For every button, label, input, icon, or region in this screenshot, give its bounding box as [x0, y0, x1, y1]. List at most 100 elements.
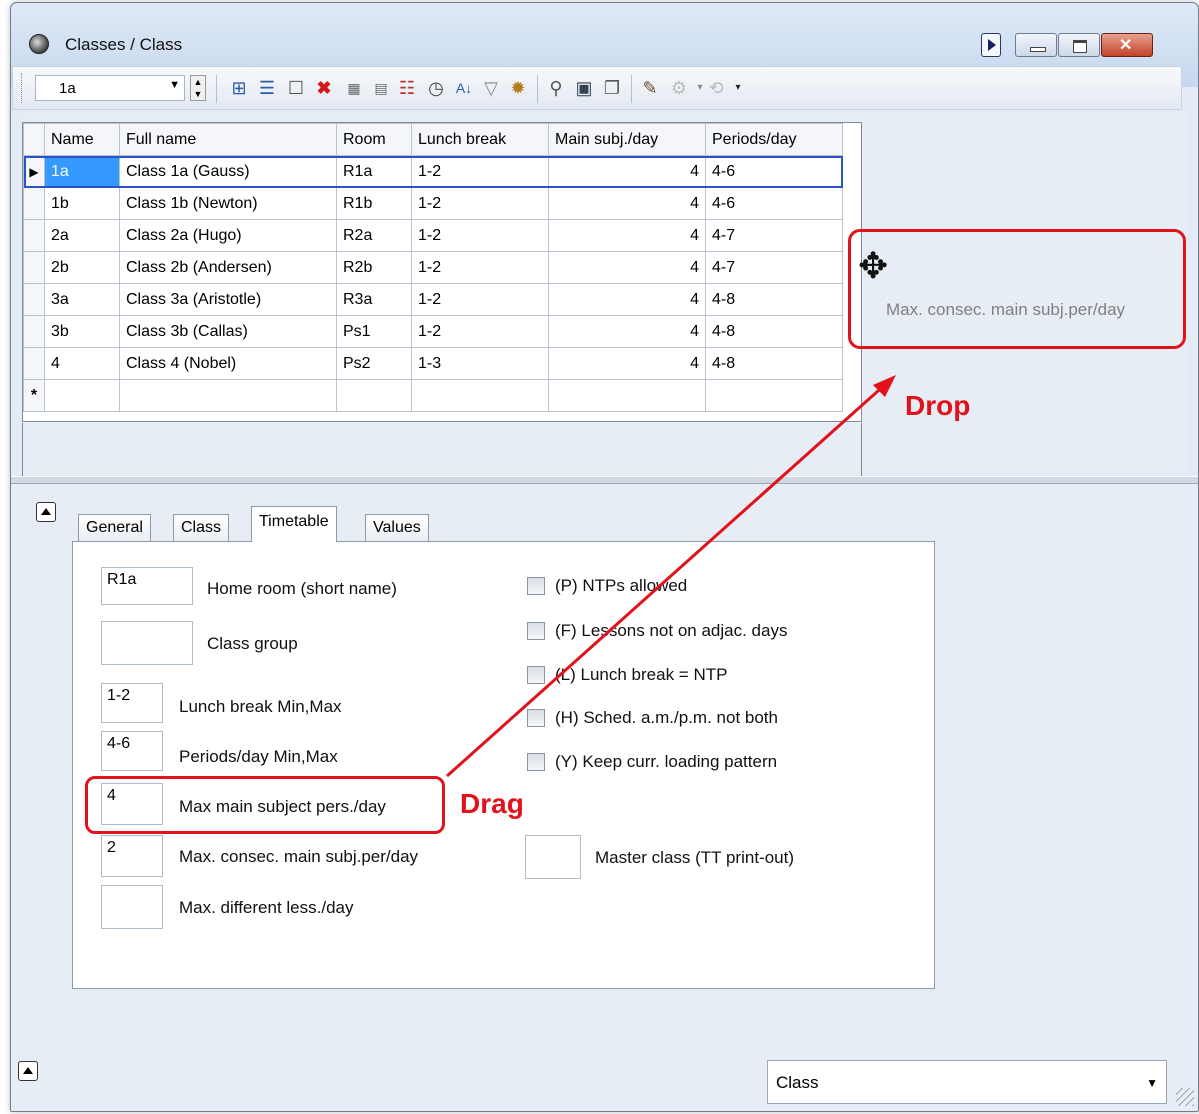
table-cell[interactable]: [336, 379, 412, 412]
delete-icon[interactable]: ✖: [313, 77, 335, 99]
table-cell[interactable]: Class 4 (Nobel): [119, 347, 337, 380]
close-button[interactable]: [1101, 33, 1153, 57]
table-cell[interactable]: 4: [548, 219, 706, 252]
copy-icon[interactable]: ❐: [601, 77, 623, 99]
checkbox-ntps-allowed[interactable]: [527, 577, 545, 595]
column-header[interactable]: Full name: [119, 123, 337, 156]
record-spinner[interactable]: ▲ ▼: [190, 75, 206, 101]
table-cell[interactable]: 4-6: [705, 155, 843, 188]
column-header[interactable]: Periods/day: [705, 123, 843, 156]
table-row[interactable]: 3a Class 3a (Aristotle) R3a 1-2 4 4-8: [23, 283, 843, 316]
lunch-break-field[interactable]: 1-2: [101, 683, 163, 723]
checkbox-keep-loading-pattern[interactable]: [527, 753, 545, 771]
table-cell[interactable]: 1-2: [411, 283, 549, 316]
minimize-button[interactable]: [1015, 33, 1057, 57]
table-cell[interactable]: R2a: [336, 219, 412, 252]
tab-class[interactable]: Class: [173, 514, 230, 541]
table-cell[interactable]: Class 2a (Hugo): [119, 219, 337, 252]
calendar-icon[interactable]: ▣: [573, 77, 595, 99]
checkbox-lessons-not-adjacent[interactable]: [527, 622, 545, 640]
pane-splitter[interactable]: [11, 476, 1198, 484]
max-different-field[interactable]: [101, 885, 163, 929]
table-row[interactable]: 2a Class 2a (Hugo) R2a 1-2 4 4-7: [23, 219, 843, 252]
table-row[interactable]: 1b Class 1b (Newton) R1b 1-2 4 4-6: [23, 187, 843, 220]
class-selector[interactable]: 1a ▼: [35, 75, 185, 101]
table-cell[interactable]: Class 2b (Andersen): [119, 251, 337, 284]
checkbox-lunch-break-ntp[interactable]: [527, 666, 545, 684]
new-row[interactable]: *: [23, 379, 843, 412]
report-icon[interactable]: ☷: [396, 77, 418, 99]
table-cell[interactable]: 4-7: [705, 251, 843, 284]
table-cell[interactable]: 4-7: [705, 219, 843, 252]
table-cell[interactable]: [411, 379, 549, 412]
table-cell[interactable]: 4-8: [705, 315, 843, 348]
toolbar-grip[interactable]: [21, 73, 25, 103]
checkbox-sched-am-pm[interactable]: [527, 709, 545, 727]
tab-general[interactable]: General: [78, 514, 151, 541]
table-cell[interactable]: 4: [548, 187, 706, 220]
table-cell[interactable]: 1-2: [411, 219, 549, 252]
table-cell[interactable]: 4: [548, 347, 706, 380]
row-selector[interactable]: [23, 251, 45, 284]
row-selector[interactable]: [23, 347, 45, 380]
settings-icon[interactable]: ✹: [507, 77, 529, 99]
tab-timetable[interactable]: Timetable: [251, 506, 337, 542]
home-room-field[interactable]: R1a: [101, 567, 193, 605]
row-selector[interactable]: [23, 283, 45, 316]
grid-icon[interactable]: ▦: [343, 77, 365, 99]
row-selector[interactable]: [23, 315, 45, 348]
table-cell[interactable]: [119, 379, 337, 412]
table-cell[interactable]: 4-8: [705, 347, 843, 380]
table-row[interactable]: 3b Class 3b (Callas) Ps1 1-2 4 4-8: [23, 315, 843, 348]
view-selector[interactable]: Class ▼: [767, 1060, 1167, 1104]
sort-icon[interactable]: A↓: [453, 77, 475, 99]
table-cell[interactable]: [548, 379, 706, 412]
table-cell[interactable]: 2b: [44, 251, 120, 284]
table-cell[interactable]: 4-6: [705, 187, 843, 220]
table-cell[interactable]: 1a: [44, 155, 120, 188]
collapse-details-button[interactable]: [36, 502, 56, 522]
table-cell[interactable]: 4: [548, 283, 706, 316]
table-cell[interactable]: 2a: [44, 219, 120, 252]
column-header[interactable]: Room: [336, 123, 412, 156]
maximize-button[interactable]: [1058, 33, 1100, 57]
chevron-down-icon[interactable]: ▾: [727, 77, 749, 99]
table-cell[interactable]: R1a: [336, 155, 412, 188]
table-row[interactable]: ▶ 1a Class 1a (Gauss) R1a 1-2 4 4-6: [23, 155, 843, 188]
person-icon[interactable]: ⚲: [545, 77, 567, 99]
table-cell[interactable]: 4: [548, 155, 706, 188]
table-cell[interactable]: R2b: [336, 251, 412, 284]
table-cell[interactable]: 4: [548, 315, 706, 348]
class-group-field[interactable]: [101, 621, 193, 665]
table-cell[interactable]: 3a: [44, 283, 120, 316]
table-cell[interactable]: 1-3: [411, 347, 549, 380]
table-cell[interactable]: Class 3b (Callas): [119, 315, 337, 348]
table-cell[interactable]: Ps1: [336, 315, 412, 348]
master-class-field[interactable]: [525, 835, 581, 879]
filter-icon[interactable]: ▽: [480, 77, 502, 99]
table-cell[interactable]: 1-2: [411, 155, 549, 188]
table-cell[interactable]: 4-8: [705, 283, 843, 316]
resize-grip[interactable]: [1176, 1088, 1194, 1106]
table-cell[interactable]: Class 1b (Newton): [119, 187, 337, 220]
tab-values[interactable]: Values: [365, 514, 429, 541]
grid2-icon[interactable]: ▤: [370, 77, 392, 99]
table-cell[interactable]: R1b: [336, 187, 412, 220]
table-cell[interactable]: 1-2: [411, 251, 549, 284]
table-cell[interactable]: [44, 379, 120, 412]
table-cell[interactable]: 4: [548, 251, 706, 284]
new-sheet-icon[interactable]: ☐: [285, 77, 307, 99]
periods-day-field[interactable]: 4-6: [101, 731, 163, 771]
table-cell[interactable]: 3b: [44, 315, 120, 348]
list-icon[interactable]: ☰: [256, 77, 278, 99]
table-cell[interactable]: 1b: [44, 187, 120, 220]
table-cell[interactable]: R3a: [336, 283, 412, 316]
paint-icon[interactable]: ✎: [639, 77, 661, 99]
table-row[interactable]: 2b Class 2b (Andersen) R2b 1-2 4 4-7: [23, 251, 843, 284]
table-cell[interactable]: [705, 379, 843, 412]
column-header[interactable]: Name: [44, 123, 120, 156]
table-cell[interactable]: Class 1a (Gauss): [119, 155, 337, 188]
new-record-icon[interactable]: ⊞: [228, 77, 250, 99]
max-consec-field[interactable]: 2: [101, 835, 163, 877]
table-row[interactable]: 4 Class 4 (Nobel) Ps2 1-3 4 4-8: [23, 347, 843, 380]
